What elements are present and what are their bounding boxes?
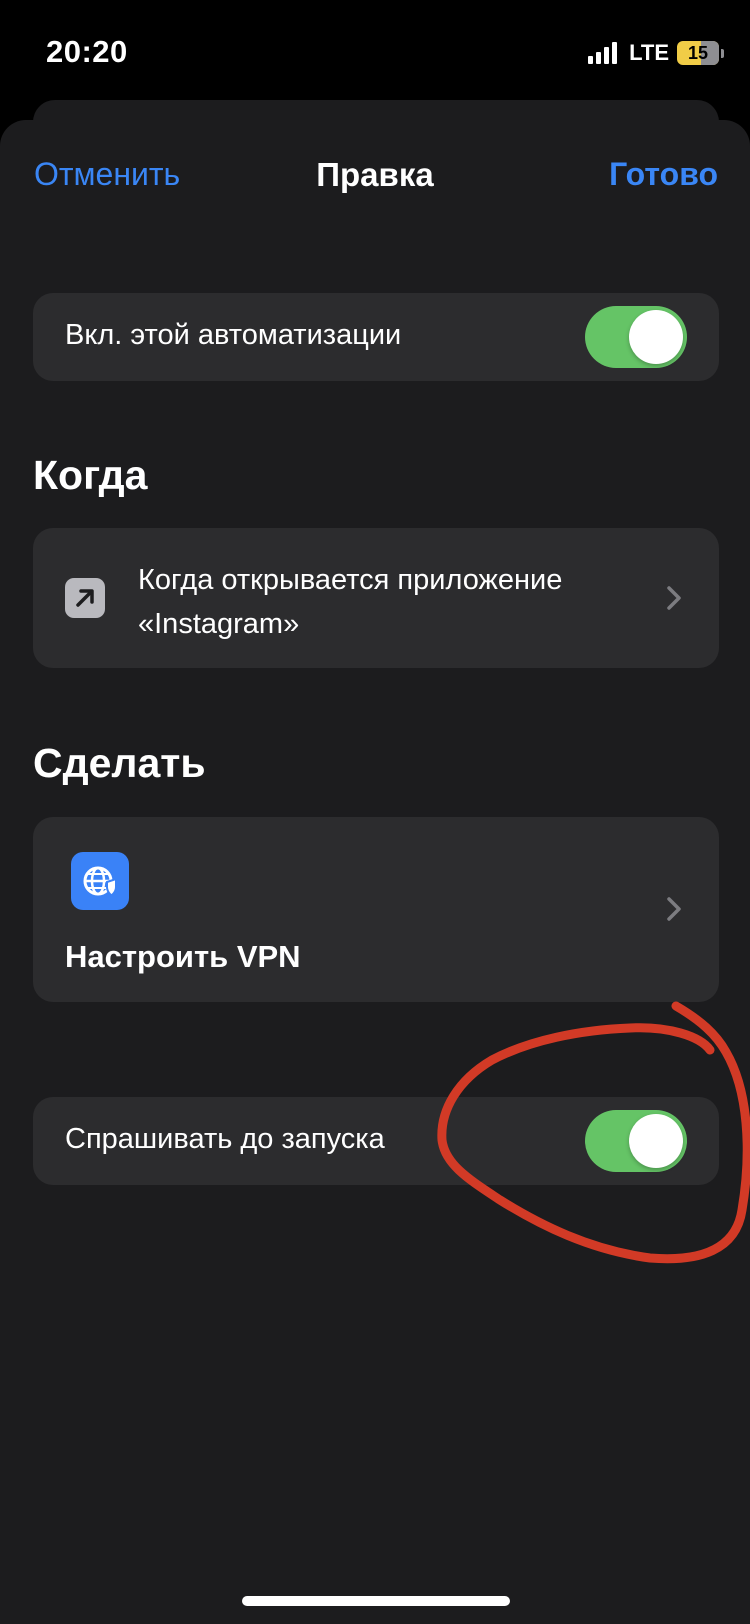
battery-tip: [721, 48, 724, 58]
status-indicators: LTE 15: [588, 40, 724, 66]
enable-automation-toggle[interactable]: [585, 306, 687, 368]
when-section-title: Когда: [33, 452, 148, 498]
globe-shield-icon: [71, 852, 129, 910]
action-row[interactable]: Настроить VPN: [33, 817, 719, 1002]
screen: 20:20 LTE 15 Отменить Правка Готово Вкл.…: [0, 0, 750, 1624]
enable-automation-row: Вкл. этой автоматизации: [33, 293, 719, 381]
nav-bar: Отменить Правка Готово: [0, 120, 750, 240]
status-time: 20:20: [46, 34, 128, 69]
edit-sheet: Отменить Правка Готово Вкл. этой автомат…: [0, 120, 750, 1624]
enable-automation-label: Вкл. этой автоматизации: [65, 319, 402, 351]
arrow-up-right-icon: [65, 578, 105, 618]
cellular-signal-icon: [588, 42, 618, 64]
battery-level: 15: [687, 42, 709, 63]
done-button[interactable]: Готово: [609, 156, 718, 193]
action-label: Настроить VPN: [65, 939, 301, 974]
ask-before-running-label: Спрашивать до запуска: [65, 1123, 385, 1155]
home-indicator[interactable]: [242, 1596, 510, 1606]
toggle-knob: [629, 1114, 683, 1168]
network-type: LTE: [629, 40, 669, 65]
chevron-right-icon: [661, 889, 687, 929]
toggle-knob: [629, 310, 683, 364]
trigger-description: Когда открывается приложение «Instagram»: [138, 564, 563, 640]
ask-before-running-row: Спрашивать до запуска: [33, 1097, 719, 1185]
trigger-row[interactable]: Когда открывается приложение «Instagram»: [33, 528, 719, 668]
battery-icon: 15: [677, 41, 719, 65]
ask-before-running-toggle[interactable]: [585, 1110, 687, 1172]
do-section-title: Сделать: [33, 740, 206, 786]
chevron-right-icon: [661, 578, 687, 618]
status-bar: 20:20 LTE 15: [0, 0, 750, 100]
